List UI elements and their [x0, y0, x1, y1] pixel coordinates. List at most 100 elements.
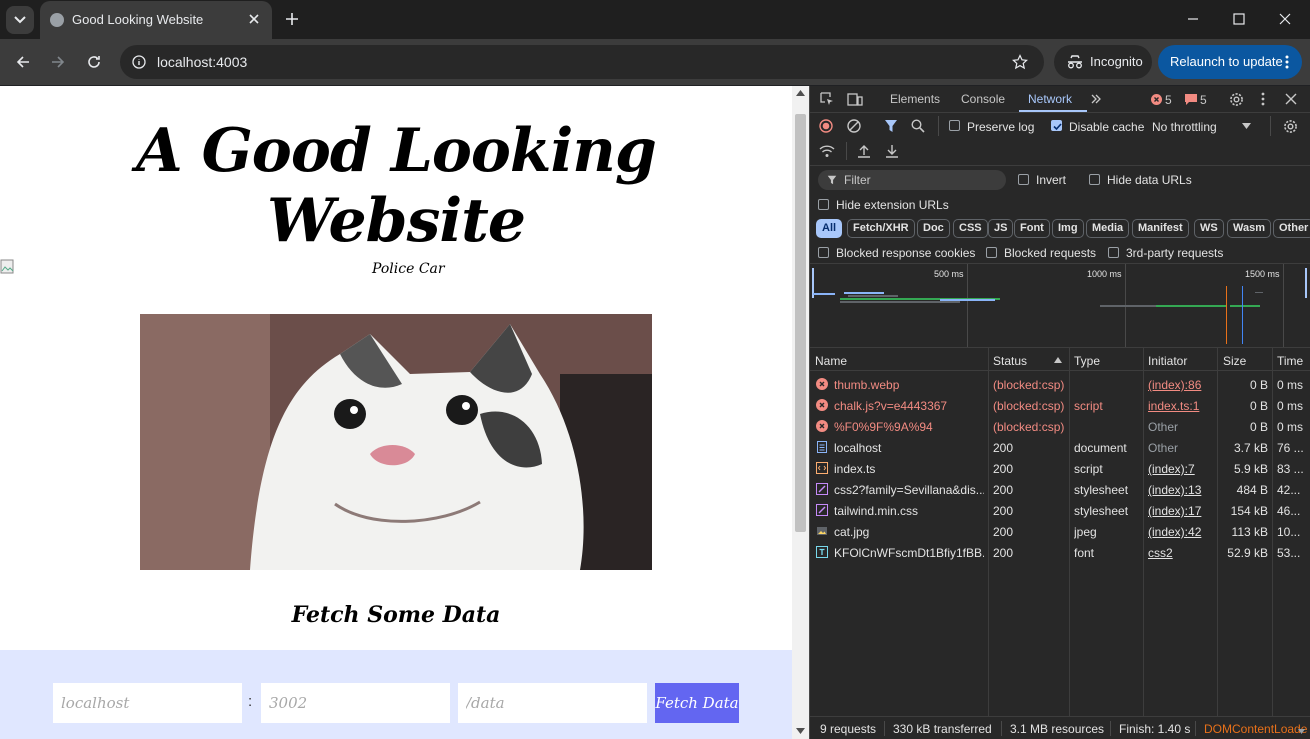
- settings-gear-icon[interactable]: [1229, 92, 1244, 107]
- column-name[interactable]: Name: [815, 354, 847, 368]
- address-bar[interactable]: localhost:4003: [120, 45, 1044, 79]
- request-initiator[interactable]: (index):17: [1148, 504, 1214, 518]
- blocked-requests-label[interactable]: Blocked requests: [1004, 246, 1096, 260]
- column-initiator[interactable]: Initiator: [1148, 354, 1187, 368]
- table-row[interactable]: chalk.js?v=e4443367 (blocked:csp) script in…: [810, 395, 1310, 416]
- sort-ascending-icon[interactable]: [1054, 357, 1062, 363]
- type-filter-doc[interactable]: Doc: [917, 219, 950, 238]
- request-initiator[interactable]: (index):42: [1148, 525, 1214, 539]
- filter-funnel-icon[interactable]: [884, 119, 898, 133]
- type-filter-js[interactable]: JS: [988, 219, 1014, 238]
- clear-icon[interactable]: [847, 119, 861, 133]
- table-row[interactable]: localhost 200 document Other 3.7 kB 76 ...: [810, 437, 1310, 458]
- window-close-icon[interactable]: [1276, 10, 1294, 28]
- issue-count[interactable]: 5: [1200, 93, 1207, 107]
- disable-cache-checkbox[interactable]: [1051, 120, 1062, 131]
- request-name[interactable]: cat.jpg: [834, 525, 984, 539]
- request-name[interactable]: chalk.js?v=e4443367: [834, 399, 984, 413]
- scrollbar-thumb[interactable]: [795, 114, 806, 532]
- type-filter-font[interactable]: Font: [1014, 219, 1050, 238]
- error-count[interactable]: 5: [1165, 93, 1172, 107]
- type-filter-all[interactable]: All: [816, 219, 843, 238]
- import-har-icon[interactable]: [857, 144, 871, 158]
- table-row[interactable]: index.ts 200 script (index):7 5.9 kB 83 ...: [810, 458, 1310, 479]
- network-settings-icon[interactable]: [1283, 119, 1298, 134]
- scroll-down-icon[interactable]: [1298, 729, 1305, 734]
- tab-network[interactable]: Network: [1028, 92, 1072, 106]
- table-row[interactable]: css2?family=Sevillana&dis... 200 styleshee…: [810, 479, 1310, 500]
- url-text[interactable]: localhost:4003: [157, 54, 247, 70]
- type-filter-other[interactable]: Other: [1273, 219, 1310, 238]
- request-initiator[interactable]: (index):13: [1148, 483, 1214, 497]
- third-party-checkbox[interactable]: [1108, 247, 1119, 258]
- type-filter-wasm[interactable]: Wasm: [1227, 219, 1271, 238]
- type-filter-fetch-xhr[interactable]: Fetch/XHR: [847, 219, 915, 238]
- type-filter-img[interactable]: Img: [1052, 219, 1084, 238]
- minimize-icon[interactable]: [1184, 10, 1202, 28]
- table-row[interactable]: cat.jpg 200 jpeg (index):42 113 kB 10...: [810, 521, 1310, 542]
- column-size[interactable]: Size: [1223, 354, 1246, 368]
- tab-console[interactable]: Console: [961, 92, 1005, 106]
- column-type[interactable]: Type: [1074, 354, 1100, 368]
- more-tabs-icon[interactable]: [1090, 93, 1102, 105]
- disable-cache-label[interactable]: Disable cache: [1069, 120, 1144, 134]
- invert-label[interactable]: Invert: [1036, 173, 1066, 187]
- type-filter-ws[interactable]: WS: [1194, 219, 1224, 238]
- close-devtools-icon[interactable]: [1285, 93, 1297, 105]
- hide-data-urls-checkbox[interactable]: [1089, 174, 1100, 185]
- back-icon[interactable]: [14, 53, 32, 71]
- preserve-log-checkbox[interactable]: [949, 120, 960, 131]
- new-tab-icon[interactable]: [283, 10, 301, 28]
- invert-checkbox[interactable]: [1018, 174, 1029, 185]
- request-name[interactable]: tailwind.min.css: [834, 504, 984, 518]
- incognito-indicator[interactable]: Incognito: [1054, 45, 1152, 79]
- request-name[interactable]: index.ts: [834, 462, 984, 476]
- fetch-data-button[interactable]: Fetch Data: [655, 683, 739, 723]
- hide-extension-urls-checkbox[interactable]: [818, 199, 829, 210]
- timeline-overview[interactable]: 500 ms 1000 ms 1500 ms: [810, 264, 1310, 348]
- request-initiator[interactable]: (index):86: [1148, 378, 1214, 392]
- record-icon[interactable]: [819, 119, 833, 133]
- bookmark-star-icon[interactable]: [1012, 54, 1028, 70]
- request-name[interactable]: localhost: [834, 441, 984, 455]
- relaunch-button[interactable]: Relaunch to update: [1158, 45, 1302, 79]
- info-icon[interactable]: [132, 55, 146, 69]
- scroll-up-icon[interactable]: [796, 90, 805, 96]
- request-initiator[interactable]: (index):7: [1148, 462, 1214, 476]
- devtools-menu-icon[interactable]: [1261, 92, 1265, 106]
- blocked-response-cookies-checkbox[interactable]: [818, 247, 829, 258]
- path-input[interactable]: [458, 683, 647, 723]
- inspect-element-icon[interactable]: [820, 92, 834, 106]
- third-party-label[interactable]: 3rd-party requests: [1126, 246, 1223, 260]
- filter-input[interactable]: Filter: [818, 170, 1006, 190]
- search-icon[interactable]: [911, 119, 925, 133]
- host-input[interactable]: [53, 683, 242, 723]
- type-filter-manifest[interactable]: Manifest: [1132, 219, 1189, 238]
- tab-elements[interactable]: Elements: [890, 92, 940, 106]
- table-row[interactable]: KFOlCnWFscmDt1Bfiy1fBB... 200 font css2 52.9…: [810, 542, 1310, 563]
- port-input[interactable]: [261, 683, 450, 723]
- request-name[interactable]: KFOlCnWFscmDt1Bfiy1fBB...: [834, 546, 984, 560]
- request-name[interactable]: css2?family=Sevillana&dis...: [834, 483, 984, 497]
- tab-search-button[interactable]: [6, 6, 34, 34]
- hide-extension-urls-label[interactable]: Hide extension URLs: [836, 198, 949, 212]
- request-initiator[interactable]: index.ts:1: [1148, 399, 1214, 413]
- reload-icon[interactable]: [85, 53, 103, 71]
- request-name[interactable]: %F0%9F%9A%94: [834, 420, 984, 434]
- column-status[interactable]: Status: [993, 354, 1027, 368]
- page-scrollbar[interactable]: [792, 86, 809, 739]
- forward-icon[interactable]: [49, 53, 67, 71]
- device-toolbar-icon[interactable]: [847, 92, 863, 106]
- browser-tab[interactable]: Good Looking Website: [40, 1, 272, 39]
- blocked-response-cookies-label[interactable]: Blocked response cookies: [836, 246, 975, 260]
- table-row[interactable]: %F0%9F%9A%94 (blocked:csp) Other 0 B0 ms: [810, 416, 1310, 437]
- type-filter-css[interactable]: CSS: [953, 219, 988, 238]
- request-initiator[interactable]: css2: [1148, 546, 1214, 560]
- table-row[interactable]: tailwind.min.css 200 stylesheet (index):17 1…: [810, 500, 1310, 521]
- maximize-icon[interactable]: [1230, 10, 1248, 28]
- dropdown-arrow-icon[interactable]: [1242, 123, 1251, 129]
- request-name[interactable]: thumb.webp: [834, 378, 984, 392]
- table-row[interactable]: thumb.webp (blocked:csp) (index):86 0 B0 ms: [810, 374, 1310, 395]
- throttling-select[interactable]: No throttling: [1152, 120, 1217, 134]
- hide-data-urls-label[interactable]: Hide data URLs: [1107, 173, 1192, 187]
